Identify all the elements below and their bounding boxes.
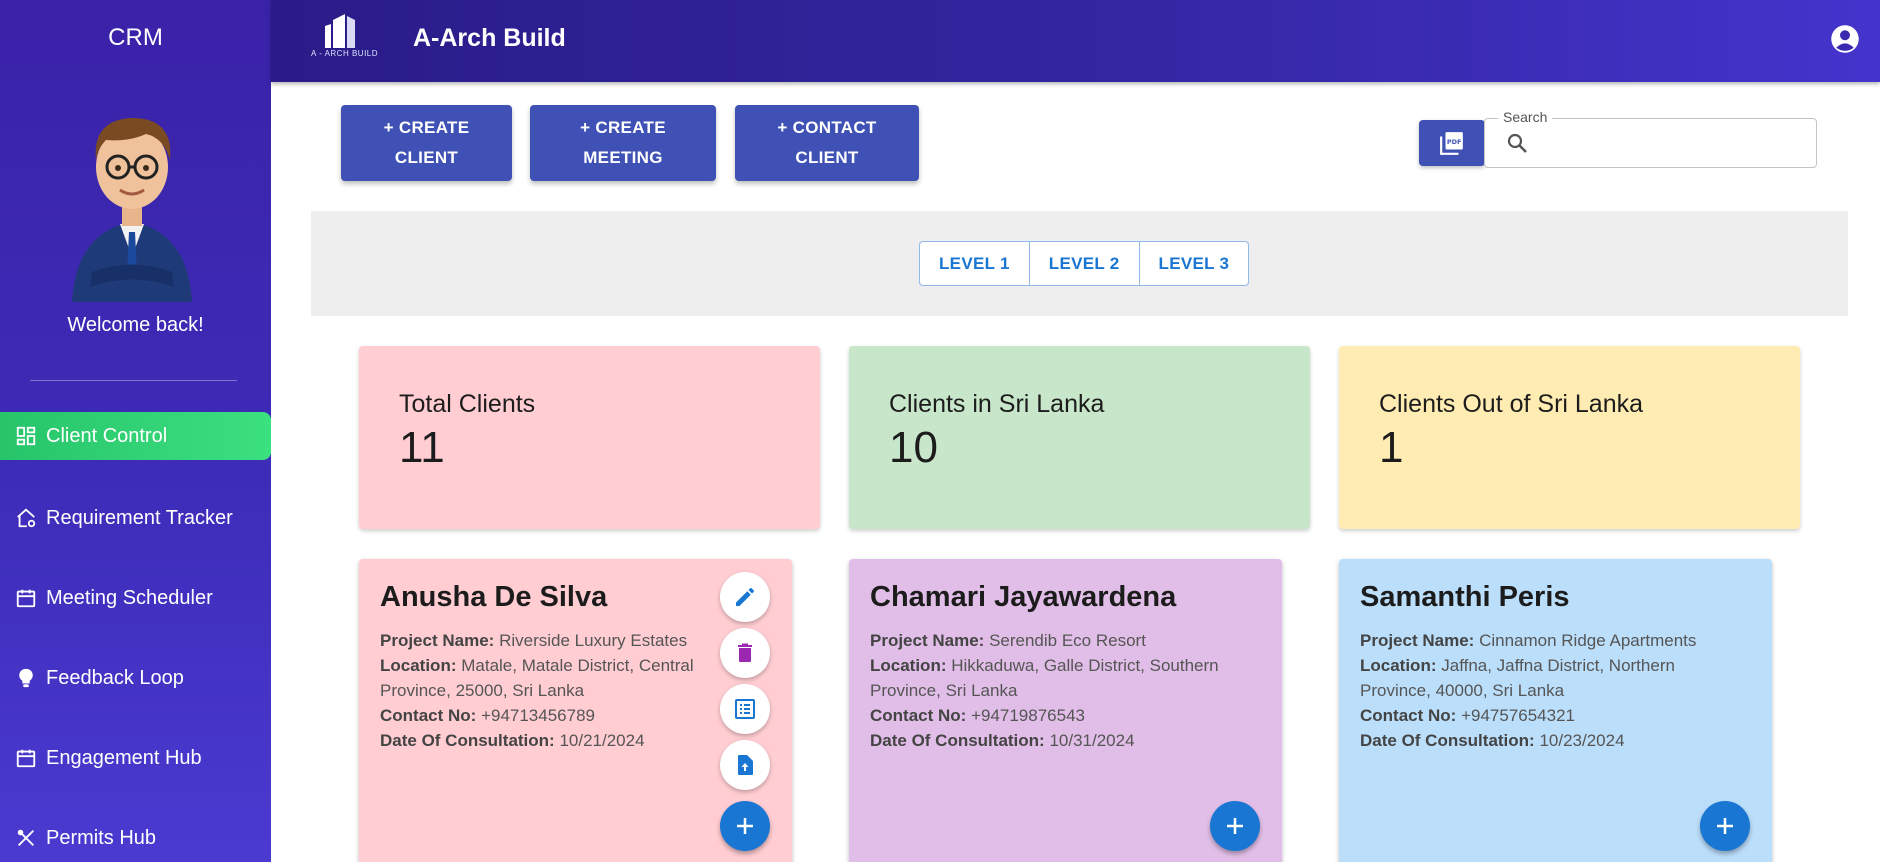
button-label: CLIENT bbox=[795, 148, 859, 167]
sidebar-item-client-control[interactable]: Client Control bbox=[0, 412, 271, 460]
client-consultation-date: Date Of Consultation: 10/21/2024 bbox=[380, 731, 645, 750]
calendar-icon bbox=[14, 746, 38, 770]
calendar-icon bbox=[14, 586, 38, 610]
file-upload-icon bbox=[738, 755, 753, 775]
sidebar-item-label: Meeting Scheduler bbox=[46, 586, 213, 609]
sidebar-divider bbox=[30, 380, 237, 381]
logo-text: A - ARCH BUILD bbox=[311, 49, 379, 58]
level-2-button[interactable]: LEVEL 2 bbox=[1028, 242, 1139, 285]
client-consultation-date: Date Of Consultation: 10/31/2024 bbox=[870, 731, 1135, 750]
stat-value: 1 bbox=[1379, 423, 1404, 472]
add-button[interactable] bbox=[720, 801, 770, 851]
client-location: Location: Matale, Matale District, Centr… bbox=[380, 656, 694, 700]
dashboard-icon bbox=[14, 424, 38, 448]
level-3-button[interactable]: LEVEL 3 bbox=[1138, 242, 1249, 285]
sidebar-item-feedback-loop[interactable]: Feedback Loop bbox=[0, 654, 271, 702]
search-label: Search bbox=[1498, 109, 1553, 125]
client-project: Project Name: Cinnamon Ridge Apartments bbox=[1360, 631, 1697, 650]
sidebar-item-label: Feedback Loop bbox=[46, 666, 184, 689]
list-icon bbox=[735, 699, 755, 719]
welcome-message: Welcome back! bbox=[67, 314, 204, 336]
svg-text:PDF: PDF bbox=[1447, 138, 1462, 146]
stat-label: Clients Out of Sri Lanka bbox=[1379, 390, 1644, 418]
client-consultation-date: Date Of Consultation: 10/23/2024 bbox=[1360, 731, 1625, 750]
plus-icon bbox=[1717, 818, 1733, 834]
sidebar-item-label: Engagement Hub bbox=[46, 746, 202, 769]
stat-card-total-clients: Total Clients 11 bbox=[359, 346, 820, 529]
sidebar-item-permits-hub[interactable]: Permits Hub bbox=[0, 814, 271, 862]
sidebar-item-label: Client Control bbox=[46, 424, 168, 447]
sidebar-item-requirement-tracker[interactable]: Requirement Tracker bbox=[0, 494, 271, 542]
sidebar-title: CRM bbox=[108, 24, 163, 51]
edit-client-button[interactable] bbox=[720, 572, 770, 622]
search-input[interactable] bbox=[1540, 126, 1800, 160]
tools-icon bbox=[14, 826, 38, 850]
add-button[interactable] bbox=[1210, 801, 1260, 851]
pencil-icon bbox=[736, 588, 754, 606]
button-label: + CREATE bbox=[383, 118, 470, 137]
button-label: + CONTACT bbox=[777, 118, 877, 137]
client-contact: Contact No: +94719876543 bbox=[870, 706, 1085, 725]
lightbulb-icon bbox=[14, 666, 38, 690]
view-details-button[interactable] bbox=[720, 684, 770, 734]
client-project: Project Name: Riverside Luxury Estates bbox=[380, 631, 688, 650]
plus-icon bbox=[737, 818, 753, 834]
client-name: Samanthi Peris bbox=[1360, 581, 1570, 613]
plus-icon bbox=[1227, 818, 1243, 834]
create-meeting-button[interactable]: + CREATE MEETING bbox=[530, 105, 716, 181]
stat-value: 10 bbox=[889, 423, 938, 472]
stat-value: 11 bbox=[399, 423, 445, 472]
client-contact: Contact No: +94757654321 bbox=[1360, 706, 1575, 725]
sidebar-item-engagement-hub[interactable]: Engagement Hub bbox=[0, 734, 271, 782]
stat-label: Total Clients bbox=[399, 390, 536, 418]
app-header: A - ARCH BUILD A-Arch Build bbox=[271, 0, 1880, 82]
level-1-button[interactable]: LEVEL 1 bbox=[920, 242, 1029, 285]
app-title: A-Arch Build bbox=[413, 24, 566, 52]
search-icon bbox=[1507, 133, 1527, 153]
pdf-icon: PDF bbox=[1440, 132, 1463, 155]
add-button[interactable] bbox=[1700, 801, 1750, 851]
sidebar-item-meeting-scheduler[interactable]: Meeting Scheduler bbox=[0, 574, 271, 622]
client-contact: Contact No: +94713456789 bbox=[380, 706, 595, 725]
user-avatar bbox=[72, 118, 192, 302]
client-project: Project Name: Serendib Eco Resort bbox=[870, 631, 1146, 650]
trash-icon bbox=[738, 643, 752, 662]
account-circle-icon[interactable] bbox=[1830, 24, 1860, 54]
stat-card-clients-out-sri-lanka: Clients Out of Sri Lanka 1 bbox=[1339, 346, 1800, 529]
upload-file-button[interactable] bbox=[720, 740, 770, 790]
contact-client-button[interactable]: + CONTACT CLIENT bbox=[735, 105, 919, 181]
button-label: MEETING bbox=[583, 148, 663, 167]
stat-label: Clients in Sri Lanka bbox=[889, 390, 1105, 418]
button-label: + CREATE bbox=[580, 118, 666, 137]
button-label: CLIENT bbox=[394, 148, 459, 167]
export-pdf-button[interactable]: PDF bbox=[1419, 120, 1485, 166]
sidebar: CRM Welcome back! Client Control Require… bbox=[0, 0, 271, 862]
client-location: Location: Hikkaduwa, Galle District, Sou… bbox=[870, 656, 1219, 700]
delete-client-button[interactable] bbox=[720, 628, 770, 678]
sidebar-item-label: Requirement Tracker bbox=[46, 506, 233, 529]
sidebar-item-label: Permits Hub bbox=[46, 826, 157, 849]
stat-card-clients-sri-lanka: Clients in Sri Lanka 10 bbox=[849, 346, 1310, 529]
level-button-group: LEVEL 1 LEVEL 2 LEVEL 3 bbox=[919, 241, 1250, 286]
create-client-button[interactable]: + CREATE CLIENT bbox=[341, 105, 512, 181]
client-name: Chamari Jayawardena bbox=[870, 581, 1177, 613]
client-location: Location: Jaffna, Jaffna District, North… bbox=[1360, 656, 1675, 700]
home-settings-icon bbox=[14, 506, 38, 530]
